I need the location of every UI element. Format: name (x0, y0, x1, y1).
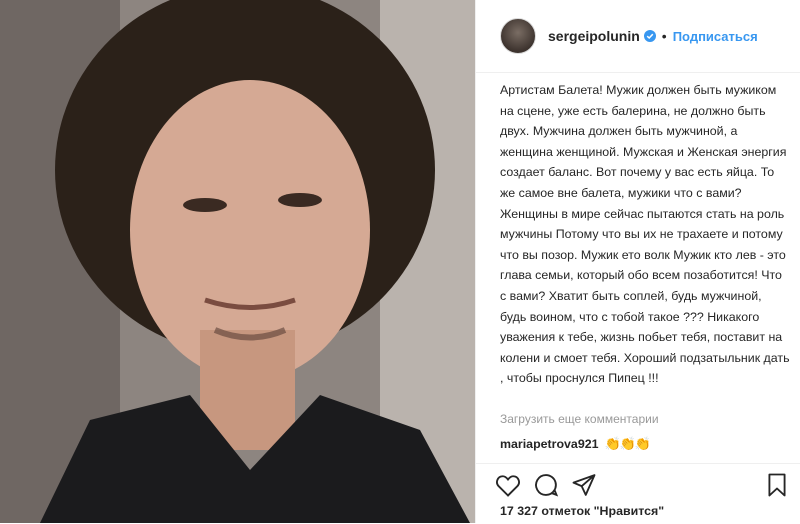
load-more-comments-button[interactable]: Загрузить еще комментарии (500, 412, 659, 426)
action-icons (494, 471, 608, 499)
likes-count[interactable]: 17 327 отметок "Нравится" (500, 504, 664, 518)
avatar[interactable] (500, 18, 536, 54)
share-icon[interactable] (570, 471, 598, 499)
post-photo[interactable] (0, 0, 475, 523)
comment-icon[interactable] (532, 471, 560, 499)
separator-dot: • (661, 28, 667, 44)
action-bar: 17 327 отметок "Нравится" (476, 463, 800, 524)
comment-text: 👏👏👏 (604, 436, 652, 451)
post-caption: Артистам Балета! Мужик должен быть мужик… (500, 83, 790, 386)
author-username[interactable]: sergeipolunin (548, 28, 640, 44)
verified-icon (643, 30, 656, 42)
heart-icon[interactable] (494, 471, 522, 499)
bookmark-icon[interactable] (763, 471, 791, 499)
post-sidebar: sergeipolunin • Подписаться Артистам Бал… (475, 0, 800, 523)
comment-row: mariapetrova921 👏👏👏 (500, 436, 652, 452)
instagram-post: sergeipolunin • Подписаться Артистам Бал… (0, 0, 800, 523)
follow-button[interactable]: Подписаться (673, 29, 758, 44)
portrait-illustration (0, 0, 475, 523)
post-header: sergeipolunin • Подписаться (476, 0, 800, 73)
comment-username[interactable]: mariapetrova921 (500, 437, 599, 451)
